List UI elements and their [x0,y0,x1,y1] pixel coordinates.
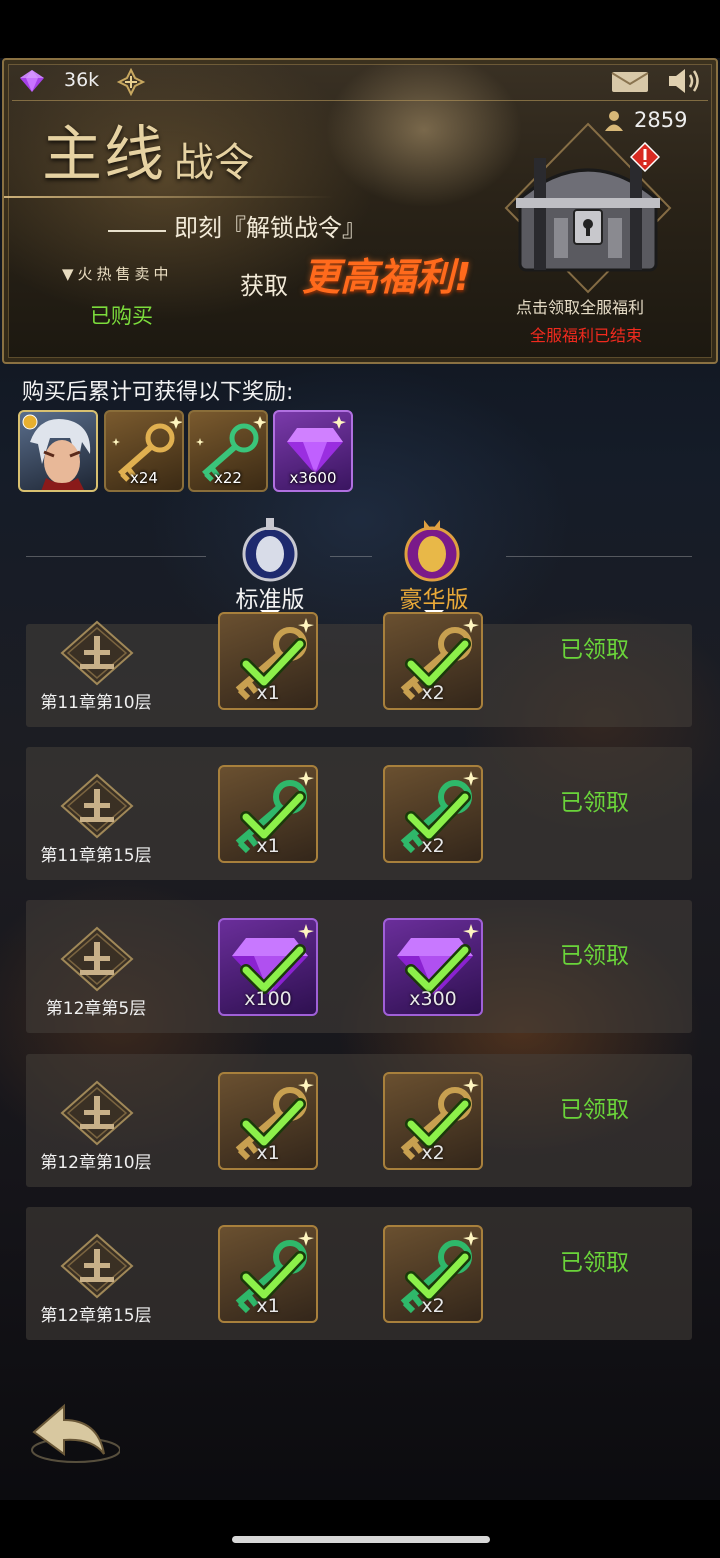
floor-label: 第11章第15层 [40,846,152,866]
floor-tower-icon [60,773,134,839]
reward-item-green-key[interactable]: x22 [188,410,268,492]
promo-highlight: 更高福利! [302,255,472,299]
hero-portrait-icon [22,414,91,490]
reward-row: 第11章第15层 x1 x2 已领取 [26,747,692,880]
reward-qty: x2 [421,1142,445,1164]
claim-server-rewards-link[interactable]: 点击领取全服福利 [516,294,644,318]
promo-dash [108,230,166,232]
standard-reward-slot[interactable]: x100 [218,918,318,1016]
tier-divider-left [26,556,206,557]
floor-label: 第12章第15层 [40,1306,152,1326]
deluxe-reward-slot[interactable]: x300 [383,918,483,1016]
reward-row: 第12章第15层 x1 x2 已领取 [26,1207,692,1340]
tier-divider-right [506,556,692,557]
promo-hot-sale: ▼火热售卖中 [62,265,173,283]
gem-count: 36k [64,69,100,91]
mail-icon[interactable] [610,70,650,94]
floor-tower-icon [60,1233,134,1299]
reward-item-gold-key[interactable]: x24 [104,410,184,492]
reward-qty: x300 [409,988,457,1010]
status-bar-area [0,0,720,58]
rewards-summary-title: 购买后累计可获得以下奖励: [22,380,294,405]
back-arrow-icon[interactable] [20,1392,120,1472]
deluxe-reward-slot[interactable]: x2 [383,1225,483,1323]
floor-tower-icon [60,926,134,992]
alert-badge-icon [630,142,660,172]
add-gems-icon[interactable] [116,68,146,96]
home-indicator[interactable] [232,1536,490,1543]
page-title: 主线 [42,120,166,190]
banner-divider [12,100,708,101]
standard-reward-slot[interactable]: x1 [218,1072,318,1170]
reward-qty: x3600 [289,469,337,487]
reward-item-purple-gem[interactable]: x3600 [273,410,353,492]
deluxe-emblem-icon [404,520,460,582]
claim-status: 已领取 [560,637,629,663]
sound-icon[interactable] [666,66,704,96]
reward-row: 第12章第5层 x100 x300 已领取 [26,900,692,1033]
floor-label: 第12章第5层 [45,999,147,1019]
deluxe-reward-slot[interactable]: x2 [383,765,483,863]
reward-qty: x1 [256,682,280,704]
reward-qty: x1 [256,835,280,857]
standard-reward-slot[interactable]: x1 [218,612,318,710]
reward-qty: x1 [256,1295,280,1317]
promo-unlock-text: 即刻『解锁战令』 [174,214,366,242]
title-underline [4,196,334,198]
floor-label: 第12章第10层 [40,1153,152,1173]
gem-icon [20,70,44,92]
reward-qty: x24 [130,469,158,487]
claim-status: 已领取 [560,1097,629,1123]
reward-qty: x22 [214,469,242,487]
promo-gain-text: 获取 [240,272,288,300]
tier-standard-label: 标准版 [235,587,305,613]
claim-status: 已领取 [560,790,629,816]
claim-status: 已领取 [560,943,629,969]
standard-reward-slot[interactable]: x1 [218,1225,318,1323]
standard-emblem-icon [242,518,298,582]
battle-pass-banner: 36k 主线 战令 即刻『解锁战令』 ▼火热售卖中 获取 更高福利! 已购买 2… [2,58,718,364]
floor-tower-icon [60,620,134,686]
bottom-bar-area [0,1500,720,1558]
standard-reward-slot[interactable]: x1 [218,765,318,863]
reward-row: 第11章第10层 x1 x2 已领取 [26,612,692,727]
floor-label: 第11章第10层 [40,693,152,713]
purchase-status: 已购买 [90,304,153,328]
tier-deluxe-label: 豪华版 [399,587,469,613]
deluxe-reward-slot[interactable]: x2 [383,1072,483,1170]
tier-divider-middle [330,556,372,557]
claim-status: 已领取 [560,1250,629,1276]
reward-qty: x2 [421,682,445,704]
floor-tower-icon [60,1080,134,1146]
page-subtitle: 战令 [174,140,254,186]
reward-qty: x100 [244,988,292,1010]
server-rewards-ended: 全服福利已结束 [530,326,643,345]
reward-qty: x2 [421,1295,445,1317]
reward-row: 第12章第10层 x1 x2 已领取 [26,1054,692,1187]
deluxe-reward-slot[interactable]: x2 [383,612,483,710]
reward-qty: x1 [256,1142,280,1164]
battle-pass-screen: 36k 主线 战令 即刻『解锁战令』 ▼火热售卖中 获取 更高福利! 已购买 2… [0,0,720,1558]
reward-qty: x2 [421,835,445,857]
reward-item-hero[interactable] [18,410,98,492]
